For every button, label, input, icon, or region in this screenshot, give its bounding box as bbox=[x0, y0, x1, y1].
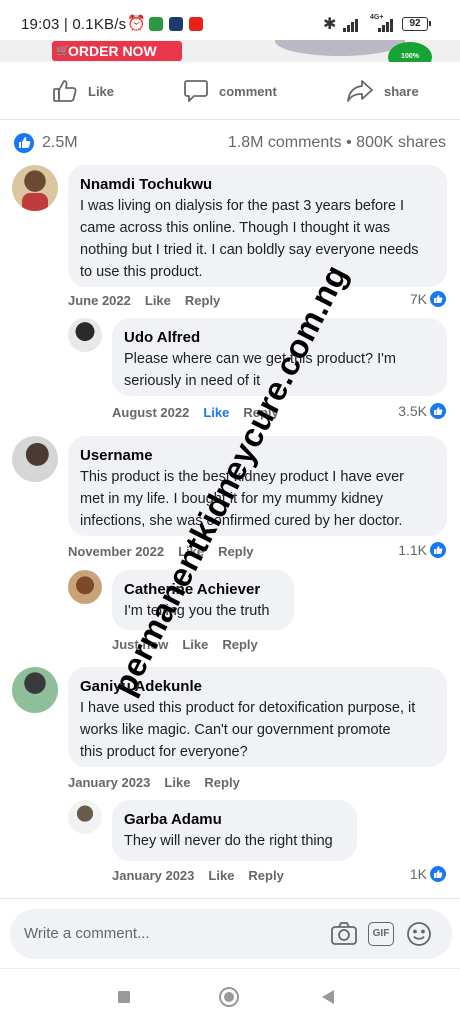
comment-reply-button[interactable]: Reply bbox=[204, 775, 239, 790]
camera-icon[interactable] bbox=[330, 921, 358, 947]
share-arrow-icon bbox=[347, 80, 373, 102]
comment-text: nothing but I tried it. I can boldly say… bbox=[80, 242, 419, 258]
order-now-label: ORDER NOW bbox=[68, 43, 157, 59]
comment-like-button[interactable]: Like bbox=[164, 775, 190, 790]
comment-like-button[interactable]: Like bbox=[203, 405, 229, 420]
status-bar: 19:03 | 0.1KB/s ⏰ ✱ 4G+ 92 bbox=[0, 0, 460, 40]
avatar[interactable] bbox=[12, 667, 58, 713]
comment-like-button[interactable]: Like bbox=[208, 868, 234, 883]
ad-banner[interactable]: 🛒 ORDER NOW 100% bbox=[0, 40, 460, 62]
order-now-button[interactable]: 🛒 ORDER NOW bbox=[52, 41, 182, 61]
signal-icon bbox=[378, 19, 393, 32]
system-navigation-bar bbox=[0, 968, 460, 1024]
status-time-speed: 19:03 | 0.1KB/s bbox=[21, 16, 127, 33]
emoji-icon[interactable] bbox=[406, 921, 432, 947]
avatar[interactable] bbox=[68, 800, 102, 834]
avatar[interactable] bbox=[12, 436, 58, 482]
comment-meta: November 2022 Like Reply bbox=[68, 544, 254, 559]
bluetooth-icon: ✱ bbox=[323, 16, 337, 33]
youtube-notification-icon bbox=[189, 17, 203, 31]
comment-text: to use this product. bbox=[80, 264, 203, 280]
comment-like-button[interactable]: Like bbox=[182, 637, 208, 652]
ad-product-image bbox=[275, 40, 405, 56]
comment-text: infections, she was confirmed cured by h… bbox=[80, 513, 403, 529]
comment-reactions[interactable]: 1.1K bbox=[398, 542, 446, 558]
gif-icon[interactable]: GIF bbox=[368, 922, 394, 946]
comment-reply-button[interactable]: Reply bbox=[222, 637, 257, 652]
app-notification-icon bbox=[149, 17, 163, 31]
comment-reactions[interactable]: 3.5K bbox=[398, 403, 446, 419]
comment-like-button[interactable]: Like bbox=[145, 293, 171, 308]
battery-indicator: 92 bbox=[402, 17, 431, 31]
reaction-count: 1.1K bbox=[398, 542, 427, 558]
comment-reply-button[interactable]: Reply bbox=[248, 868, 283, 883]
comment-text: I was living on dialysis for the past 3 … bbox=[80, 198, 404, 214]
comment-composer[interactable]: Write a comment... GIF bbox=[10, 909, 452, 959]
comment-icon bbox=[184, 80, 208, 102]
like-reaction-icon bbox=[14, 133, 34, 153]
share-action-button[interactable]: share bbox=[346, 62, 419, 120]
comment-date: January 2023 bbox=[112, 868, 195, 883]
comment-text: They will never do the right thing bbox=[124, 833, 333, 849]
reaction-count: 7K bbox=[409, 291, 427, 307]
comment-reply-button[interactable]: Reply bbox=[218, 544, 253, 559]
cart-icon: 🛒 bbox=[56, 45, 70, 57]
comment-text: I have used this product for detoxificat… bbox=[80, 700, 416, 716]
comment-date: June 2022 bbox=[68, 293, 131, 308]
reaction-count: 3.5K bbox=[398, 403, 427, 419]
avatar[interactable] bbox=[68, 318, 102, 352]
comment-bubble: Nnamdi Tochukwu I was living on dialysis… bbox=[68, 165, 447, 287]
like-action-button[interactable]: Like bbox=[52, 62, 114, 120]
comment-text: came across this online. Though I though… bbox=[80, 220, 391, 236]
comment-input-placeholder[interactable]: Write a comment... bbox=[24, 925, 150, 942]
like-action-label: Like bbox=[88, 83, 115, 99]
comment-reply-button[interactable]: Reply bbox=[185, 293, 220, 308]
comment-action-label: comment bbox=[219, 83, 277, 99]
commenter-name[interactable]: Garba Adamu bbox=[124, 810, 345, 830]
like-reaction-icon bbox=[430, 866, 446, 882]
commenter-name[interactable]: Nnamdi Tochukwu bbox=[80, 175, 435, 195]
back-icon[interactable] bbox=[322, 990, 334, 1004]
likes-count[interactable]: 2.5M bbox=[42, 134, 78, 152]
comment-meta: January 2023 Like Reply bbox=[68, 775, 240, 790]
reaction-count: 1K bbox=[409, 866, 427, 882]
gif-label: GIF bbox=[372, 928, 390, 939]
recent-apps-icon[interactable] bbox=[118, 991, 130, 1003]
divider bbox=[0, 898, 460, 899]
reply-bubble: Garba Adamu They will never do the right… bbox=[112, 800, 357, 861]
avatar[interactable] bbox=[12, 165, 58, 211]
app-notification-icon bbox=[169, 17, 183, 31]
like-reaction-icon bbox=[430, 403, 446, 419]
comment-date: November 2022 bbox=[68, 544, 165, 559]
comment-text: met in my life. I bought it for my mummy… bbox=[80, 491, 383, 507]
comment-date: August 2022 bbox=[112, 405, 190, 420]
like-reaction-icon bbox=[430, 542, 446, 558]
comment-text: This product is the best kidney product … bbox=[80, 469, 405, 485]
signal-icon bbox=[343, 19, 358, 32]
post-stats: 2.5M 1.8M comments • 800K shares bbox=[0, 130, 460, 156]
comment-text: works like magic. Can't our government p… bbox=[80, 722, 391, 738]
ad-badge: 100% bbox=[388, 42, 432, 62]
comment-meta: January 2023 Like Reply bbox=[112, 868, 284, 883]
comment-date: January 2023 bbox=[68, 775, 151, 790]
share-action-label: share bbox=[384, 83, 419, 99]
comment-text: this product for everyone? bbox=[80, 744, 248, 760]
alarm-icon: ⏰ bbox=[127, 15, 146, 32]
comment-meta: June 2022 Like Reply bbox=[68, 293, 220, 308]
like-reaction-icon bbox=[430, 291, 446, 307]
comment-action-button[interactable]: comment bbox=[183, 62, 277, 120]
avatar[interactable] bbox=[68, 570, 102, 604]
thumbs-up-icon bbox=[53, 80, 77, 102]
home-icon[interactable] bbox=[219, 987, 239, 1007]
comment-reactions[interactable]: 1K bbox=[410, 866, 446, 882]
comments-shares-count[interactable]: 1.8M comments • 800K shares bbox=[228, 134, 446, 152]
comment-reactions[interactable]: 7K bbox=[410, 291, 446, 307]
post-action-bar: Like comment share bbox=[0, 62, 460, 120]
